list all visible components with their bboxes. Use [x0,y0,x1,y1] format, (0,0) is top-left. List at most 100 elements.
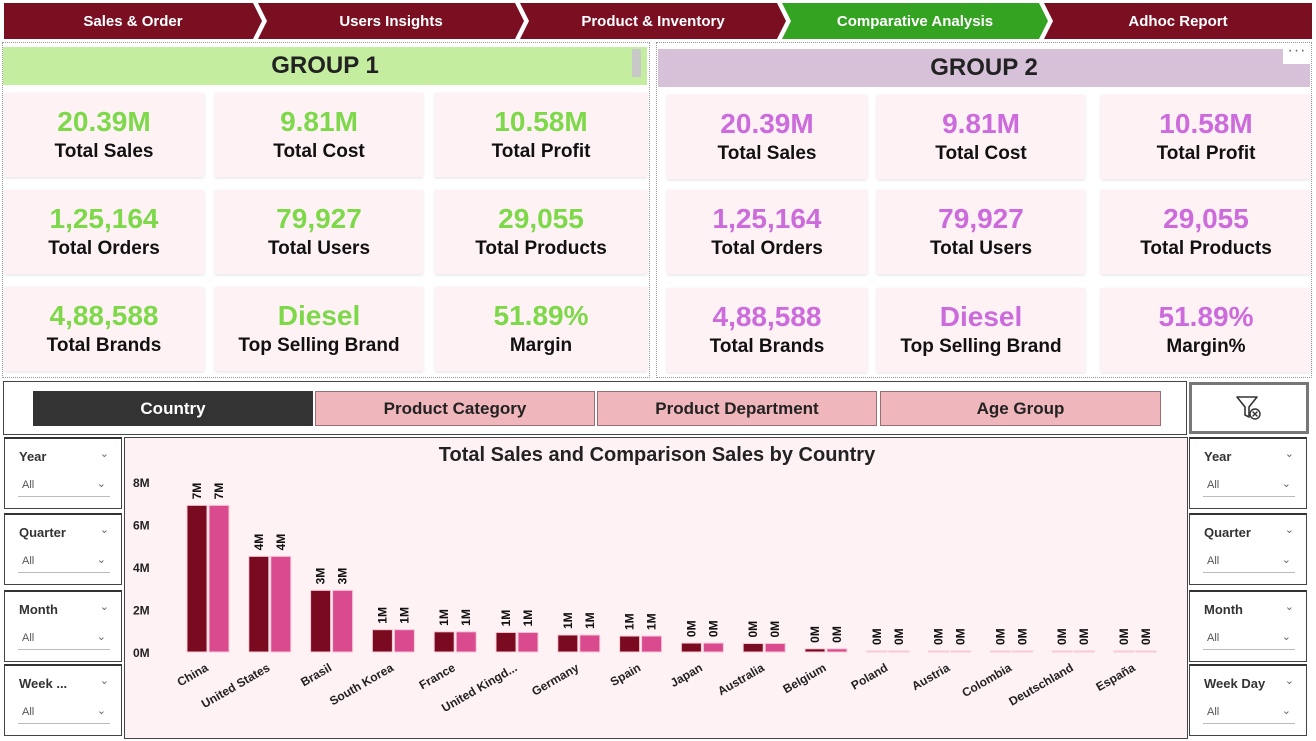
bar [433,631,455,653]
slicer-dropdown[interactable]: All ⌄ [1203,628,1295,650]
funnel-clear-icon [1236,396,1261,420]
scrollbar-thumb[interactable] [632,49,641,77]
slicer-title: Month [1204,602,1243,617]
slicer-dropdown[interactable]: All ⌄ [18,475,110,497]
slicer-title: Quarter [19,525,66,540]
kpi-card: 20.39M Total Sales [4,93,204,177]
slicer-dropdown[interactable]: All ⌄ [1203,551,1295,573]
slicer-dropdown[interactable]: All ⌄ [18,551,110,573]
kpi-label: Total Brands [46,335,162,356]
kpi-value: 29,055 [1163,203,1249,234]
data-label: 0M [706,620,720,637]
bar [804,648,826,653]
tab-users-insights[interactable]: Users Insights [258,3,524,39]
x-tick-label: Deutschland [1006,660,1075,708]
segment-country[interactable]: Country [33,391,313,426]
data-label: 1M [397,607,411,624]
y-tick-label: 8M [133,476,150,490]
bar [619,635,641,653]
data-label: 1M [459,609,473,626]
bar [764,643,786,653]
kpi-label: Margin% [1166,336,1246,357]
slicer-dropdown[interactable]: All ⌄ [18,628,110,650]
chart-canvas: 0M 2M 4M 6M 8M 7M 7M China 4M 4M United States 3M 3M… [133,476,1157,715]
segment-label: Country [140,398,206,418]
data-label: 1M [521,610,535,627]
data-label: 0M [1077,628,1091,645]
chevron-down-icon[interactable]: ⌄ [100,447,109,460]
segment-product-category[interactable]: Product Category [315,391,595,426]
slicer-month[interactable]: Month ⌄ All ⌄ [1189,590,1307,662]
slicer-title: Week Day [1204,676,1266,691]
slicer-value: All [1207,706,1220,718]
kpi-card: 51.89% Margin [435,287,647,371]
chevron-down-icon[interactable]: ⌄ [100,674,109,687]
slicer-month[interactable]: Month ⌄ All ⌄ [4,590,122,662]
slicer-week[interactable]: Week ... ⌄ All ⌄ [4,664,122,736]
slicer-year[interactable]: Year ⌄ All ⌄ [4,437,122,509]
kpi-label: Margin [509,335,573,356]
segment-age-group[interactable]: Age Group [880,391,1161,426]
slicer-week-day[interactable]: Week Day ⌄ All ⌄ [1189,664,1307,736]
slicer-value: All [22,479,35,491]
chevron-down-icon: ⌄ [96,631,106,643]
tab-product-inventory[interactable]: Product & Inventory [520,3,786,39]
kpi-card: 10.58M Total Profit [435,93,647,177]
bar [1135,650,1157,653]
kpi-label: Total Products [475,238,607,259]
breakdown-selector: Country Product Category Product Departm… [3,381,1187,435]
chevron-down-icon[interactable]: ⌄ [1285,447,1294,460]
y-tick-label: 0M [133,646,150,660]
ellipsis-icon[interactable]: ··· [1283,43,1311,64]
slicer-dropdown[interactable]: All ⌄ [18,702,110,724]
tab-comparative-analysis[interactable]: Comparative Analysis [782,3,1048,39]
chevron-down-icon[interactable]: ⌄ [1285,674,1294,687]
x-tick-label: Brasil [298,660,334,689]
chevron-down-icon: ⌄ [1281,705,1291,717]
page-navigation: Sales & Order Users Insights Product & I… [0,3,1316,39]
chevron-down-icon[interactable]: ⌄ [1285,523,1294,536]
tab-label: Comparative Analysis [836,12,994,30]
kpi-card: 51.89% Margin% [1101,288,1311,372]
bar [1073,650,1095,653]
slicer-year[interactable]: Year ⌄ All ⌄ [1189,437,1307,509]
chevron-down-icon: ⌄ [96,478,106,490]
segment-product-department[interactable]: Product Department [597,391,877,426]
tab-adhoc-report[interactable]: Adhoc Report [1044,3,1312,39]
data-label: 0M [684,620,698,637]
tab-sales-order[interactable]: Sales & Order [4,3,262,39]
bar [1011,650,1033,653]
tab-label: Sales & Order [83,12,183,30]
data-label: 4M [274,534,288,551]
x-tick-label: China [175,660,211,689]
chevron-down-icon[interactable]: ⌄ [1285,600,1294,613]
y-tick-label: 2M [133,604,150,618]
kpi-label: Total Brands [709,336,825,357]
slicer-quarter[interactable]: Quarter ⌄ All ⌄ [4,513,122,585]
x-tick-label: South Korea [327,660,396,708]
kpi-value: 10.58M [1159,108,1253,139]
kpi-value: 10.58M [494,106,588,137]
kpi-label: Total Profit [491,141,591,162]
kpi-label: Total Orders [711,238,823,259]
slicer-dropdown[interactable]: All ⌄ [1203,702,1295,724]
slicer-dropdown[interactable]: All ⌄ [1203,475,1295,497]
chevron-down-icon[interactable]: ⌄ [100,523,109,536]
slicer-title: Year [19,449,47,464]
chevron-down-icon: ⌄ [1281,631,1291,643]
data-label: 1M [375,607,389,624]
chevron-down-icon[interactable]: ⌄ [100,600,109,613]
kpi-card: 29,055 Total Products [1101,190,1311,274]
clear-filters-button[interactable] [1189,382,1309,434]
chevron-down-icon: ⌄ [1281,554,1291,566]
bar [742,643,764,653]
x-tick-label: España [1094,660,1138,694]
bar [208,504,230,653]
slicer-quarter[interactable]: Quarter ⌄ All ⌄ [1189,513,1307,585]
slicer-value: All [1207,479,1220,491]
data-label: 0M [870,628,884,645]
segment-label: Product Category [383,398,527,418]
data-label: 7M [190,483,204,500]
dashboard: Sales & Order Users Insights Product & I… [0,0,1316,741]
data-label: 3M [314,568,328,585]
